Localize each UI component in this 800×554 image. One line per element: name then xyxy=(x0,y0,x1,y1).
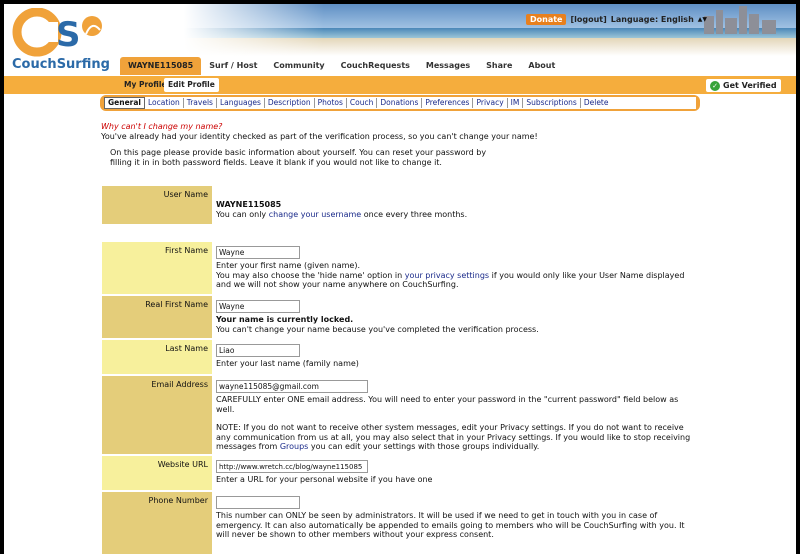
tab-subscriptions[interactable]: Subscriptions xyxy=(523,98,581,108)
email-input[interactable] xyxy=(216,380,368,393)
checkmark-icon: ✓ xyxy=(710,80,720,91)
groups-link[interactable]: Groups xyxy=(280,442,309,451)
nav-surf-host[interactable]: Surf / Host xyxy=(201,57,265,75)
privacy-settings-link[interactable]: your privacy settings xyxy=(405,271,489,280)
label-email: Email Address xyxy=(102,376,212,454)
website-input[interactable] xyxy=(216,460,368,473)
real-first-name-help: You can't change your name because you'v… xyxy=(216,324,539,334)
last-name-help: Enter your last name (family name) xyxy=(216,359,359,368)
row-username: User Name WAYNE115085 You can only chang… xyxy=(102,186,692,224)
tab-donations[interactable]: Donations xyxy=(377,98,423,108)
row-email: Email Address CAREFULLY enter ONE email … xyxy=(102,376,692,454)
row-last-name: Last Name Enter your last name (family n… xyxy=(102,340,692,374)
phone-help: This number can ONLY be seen by administ… xyxy=(216,511,685,539)
chevron-updown-icon[interactable]: ▲▼ xyxy=(698,16,707,23)
nav-username[interactable]: WAYNE115085 xyxy=(120,57,202,75)
email-note-post: you can edit your settings with those gr… xyxy=(308,442,540,451)
row-real-first-name: Real First Name Your name is currently l… xyxy=(102,296,692,338)
svg-text:CouchSurfing: CouchSurfing xyxy=(12,57,110,72)
sub-nav: My Profile Edit Profile ✓ Get Verified xyxy=(4,76,796,94)
why-name-link[interactable]: Why can't I change my name? xyxy=(101,122,222,131)
site-header: S CouchSurfing Donate [logout] Language:… xyxy=(4,4,796,76)
change-username-link[interactable]: change your username xyxy=(269,210,362,219)
nav-share[interactable]: Share xyxy=(478,57,520,75)
website-help: Enter a URL for your personal website if… xyxy=(216,475,433,484)
tab-general[interactable]: General xyxy=(104,97,145,109)
phone-input[interactable] xyxy=(216,496,300,509)
logout-link[interactable]: [logout] xyxy=(570,15,606,24)
email-help: CAREFULLY enter ONE email address. You w… xyxy=(216,395,679,414)
tab-preferences[interactable]: Preferences xyxy=(422,98,474,108)
browser-page: S CouchSurfing Donate [logout] Language:… xyxy=(4,4,796,554)
donate-button[interactable]: Donate xyxy=(526,13,567,25)
hide-name-help-pre: You may also choose the 'hide name' opti… xyxy=(216,270,405,280)
label-phone: Phone Number xyxy=(102,492,212,554)
first-name-help: Enter your first name (given name). xyxy=(216,261,360,270)
nav-community[interactable]: Community xyxy=(265,57,332,75)
email-note: NOTE: If you do not want to receive othe… xyxy=(216,423,692,452)
intro-text: On this page please provide basic inform… xyxy=(110,148,487,167)
get-verified-button[interactable]: ✓ Get Verified xyxy=(706,79,781,92)
name-locked-text: Your name is currently locked. xyxy=(216,315,354,324)
label-website: Website URL xyxy=(102,456,212,490)
label-last-name: Last Name xyxy=(102,340,212,374)
nav-couchrequests[interactable]: CouchRequests xyxy=(333,57,418,75)
last-name-input[interactable] xyxy=(216,344,300,357)
tab-description[interactable]: Description xyxy=(265,98,315,108)
username-help-post: once every three months. xyxy=(361,209,468,219)
real-first-name-input[interactable] xyxy=(216,300,300,313)
edit-profile-link[interactable]: Edit Profile xyxy=(164,78,219,92)
couchsurfing-logo[interactable]: S CouchSurfing xyxy=(10,8,110,72)
profile-tabs: General Location Travels Languages Descr… xyxy=(100,95,700,111)
username-help-pre: You can only xyxy=(216,209,269,219)
nav-about[interactable]: About xyxy=(520,57,563,75)
get-verified-label: Get Verified xyxy=(723,81,777,90)
verified-notice: You've already had your identity checked… xyxy=(101,132,538,141)
svg-text:S: S xyxy=(56,15,81,55)
my-profile-link[interactable]: My Profile xyxy=(120,78,171,92)
row-phone: Phone Number This number can ONLY be see… xyxy=(102,492,692,554)
tab-languages[interactable]: Languages xyxy=(217,98,265,108)
tab-couch[interactable]: Couch xyxy=(347,98,378,108)
tab-privacy[interactable]: Privacy xyxy=(473,98,508,108)
label-username: User Name xyxy=(102,186,212,224)
language-select[interactable]: Language: English xyxy=(611,15,694,24)
row-first-name: First Name Enter your first name (given … xyxy=(102,242,692,294)
tab-photos[interactable]: Photos xyxy=(315,98,347,108)
username-value: WAYNE115085 xyxy=(216,200,282,209)
row-website: Website URL Enter a URL for your persona… xyxy=(102,456,692,490)
label-real-first-name: Real First Name xyxy=(102,296,212,338)
top-bar: Donate [logout] Language: English ▲▼ xyxy=(526,12,707,26)
tab-location[interactable]: Location xyxy=(145,98,184,108)
tab-im[interactable]: IM xyxy=(508,98,524,108)
label-first-name: First Name xyxy=(102,242,212,294)
main-nav: WAYNE115085 Surf / Host Community CouchR… xyxy=(120,56,796,76)
tab-travels[interactable]: Travels xyxy=(184,98,217,108)
nav-messages[interactable]: Messages xyxy=(418,57,478,75)
tab-delete[interactable]: Delete xyxy=(581,98,612,108)
first-name-input[interactable] xyxy=(216,246,300,259)
